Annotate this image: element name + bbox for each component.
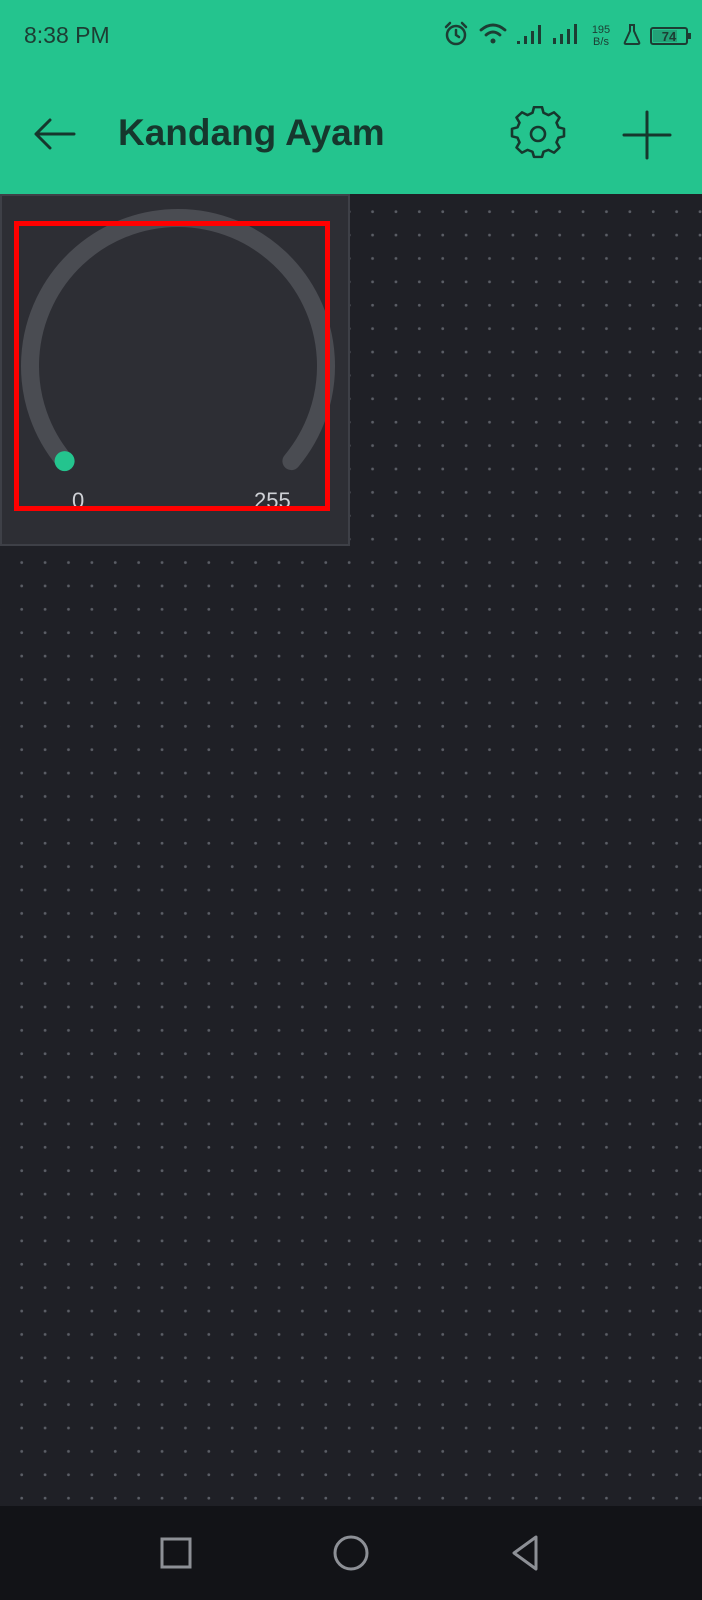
signal-icon-1 — [516, 22, 544, 51]
circle-icon — [333, 1535, 369, 1571]
selection-highlight — [14, 221, 330, 511]
system-nav-bar — [0, 1506, 702, 1600]
settings-button[interactable] — [510, 105, 566, 162]
alarm-icon — [442, 20, 470, 53]
triangle-back-icon — [512, 1535, 538, 1571]
nav-back-button[interactable] — [500, 1528, 550, 1578]
status-time: 8:38 PM — [24, 22, 110, 48]
page-title: Kandang Ayam — [118, 112, 385, 153]
add-widget-button[interactable] — [618, 106, 676, 164]
plus-icon — [622, 110, 672, 160]
net-speed-value: 195 — [591, 24, 611, 36]
signal-icon-2 — [552, 22, 580, 51]
net-speed-unit: B/s — [593, 36, 609, 48]
gear-icon — [510, 105, 566, 159]
battery-icon: 74 — [650, 27, 691, 45]
knob-widget[interactable]: 0 255 — [0, 194, 350, 546]
flask-icon — [622, 22, 642, 51]
status-icons: 195 B/s 74 — [442, 18, 691, 54]
wifi-icon — [478, 21, 508, 52]
app-header: 8:38 PM 195 B/s 74 Kandang Ayam — [0, 0, 702, 194]
home-button[interactable] — [326, 1528, 376, 1578]
square-icon — [160, 1537, 192, 1569]
back-button[interactable] — [28, 108, 80, 160]
battery-level: 74 — [661, 28, 677, 44]
arrow-left-icon — [34, 118, 76, 150]
recent-apps-button[interactable] — [151, 1528, 201, 1578]
net-speed: 195 B/s — [588, 24, 614, 48]
